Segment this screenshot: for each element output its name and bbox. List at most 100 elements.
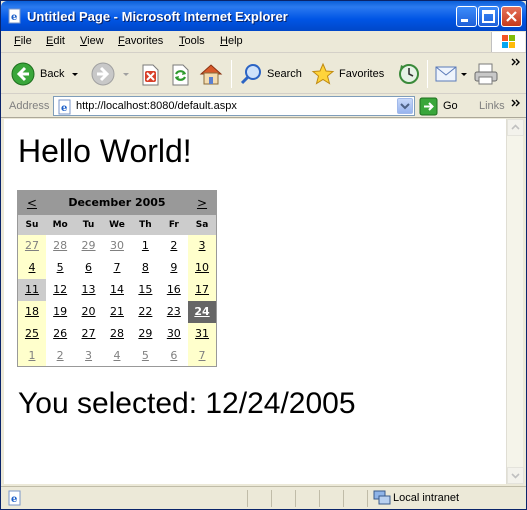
forward-dropdown-icon (123, 73, 129, 76)
history-button[interactable] (395, 60, 423, 88)
calendar-day[interactable]: 11 (17, 278, 46, 301)
calendar-day[interactable]: 21 (103, 301, 131, 323)
toolbar-separator (231, 60, 232, 88)
calendar-day[interactable]: 1 (131, 235, 159, 257)
calendar-day[interactable]: 5 (131, 345, 159, 367)
calendar-day[interactable]: 31 (188, 322, 217, 345)
mail-button[interactable] (433, 60, 469, 88)
calendar-day[interactable]: 20 (74, 301, 102, 323)
calendar-day[interactable]: 2 (160, 235, 188, 257)
status-pane (343, 490, 344, 507)
search-button[interactable]: Search (237, 60, 305, 88)
address-bar: Address e http://localhost:8080/default.… (1, 95, 526, 118)
go-button[interactable]: Go (419, 97, 467, 116)
calendar-week-row: 11 12 13 14 15 16 17 (17, 278, 217, 301)
menu-help[interactable]: Help (220, 35, 243, 47)
minimize-button[interactable] (456, 6, 477, 27)
calendar-day[interactable]: 13 (74, 279, 102, 301)
calendar-day[interactable]: 14 (103, 279, 131, 301)
calendar-day[interactable]: 3 (74, 345, 102, 367)
calendar-day[interactable]: 8 (131, 257, 159, 279)
home-button[interactable] (197, 60, 225, 88)
intranet-zone-icon (373, 490, 391, 505)
scroll-down-button[interactable] (507, 467, 524, 484)
calendar-day[interactable]: 29 (74, 235, 102, 257)
go-label: Go (443, 100, 458, 112)
calendar-day[interactable]: 27 (17, 234, 46, 257)
stop-icon (142, 64, 159, 86)
calendar-day[interactable]: 1 (17, 344, 46, 367)
status-pane (367, 490, 368, 507)
page-content: Hello World! < December 2005 > Su Mo Tu We T… (4, 119, 506, 484)
calendar-day[interactable]: 26 (46, 323, 74, 345)
menu-file[interactable]: File (14, 35, 32, 47)
forward-button[interactable] (89, 60, 133, 88)
maximize-button[interactable] (478, 6, 499, 27)
address-dropdown-button[interactable] (397, 98, 413, 114)
calendar-day[interactable]: 4 (17, 256, 46, 279)
calendar-day[interactable]: 10 (188, 256, 217, 279)
calendar-day[interactable]: 15 (131, 279, 159, 301)
menu-favorites[interactable]: Favorites (118, 35, 163, 47)
calendar-day[interactable]: 24 (188, 300, 217, 323)
back-dropdown-icon (72, 73, 78, 76)
favorites-button[interactable]: Favorites (309, 60, 391, 88)
vertical-scrollbar[interactable] (506, 119, 524, 484)
address-input[interactable]: e http://localhost:8080/default.aspx (53, 96, 415, 116)
standard-toolbar: Back Search Favorites (1, 54, 526, 94)
calendar-day[interactable]: 7 (103, 257, 131, 279)
calendar-day[interactable]: 17 (188, 278, 217, 301)
refresh-button[interactable] (167, 60, 193, 88)
calendar-day[interactable]: 30 (103, 235, 131, 257)
windows-logo (491, 32, 525, 52)
calendar-day-name: Mo (45, 214, 75, 235)
calendar-day[interactable]: 6 (74, 257, 102, 279)
back-arrow-icon (11, 62, 35, 86)
calendar-day[interactable]: 5 (46, 257, 74, 279)
status-pane (247, 490, 248, 507)
calendar-day[interactable]: 25 (17, 322, 46, 345)
calendar-day[interactable]: 28 (103, 323, 131, 345)
next-month-link[interactable]: > (188, 191, 216, 215)
calendar-day[interactable]: 3 (188, 234, 217, 257)
calendar-day[interactable]: 29 (131, 323, 159, 345)
calendar-day-name: Fr (159, 214, 189, 235)
close-button[interactable] (501, 6, 522, 27)
chevron-down-icon (511, 473, 520, 479)
calendar-day[interactable]: 22 (131, 301, 159, 323)
links-toolbar[interactable]: Links (479, 100, 505, 112)
stop-button[interactable] (137, 60, 163, 88)
scroll-up-button[interactable] (507, 119, 524, 136)
calendar-day[interactable]: 2 (46, 345, 74, 367)
back-label: Back (40, 68, 65, 80)
menu-edit[interactable]: Edit (46, 35, 65, 47)
print-button[interactable] (471, 60, 501, 88)
history-icon (399, 64, 419, 84)
calendar-day-name: Sa (188, 214, 217, 235)
toolbar-chevron-icon[interactable] (510, 57, 522, 67)
calendar-day[interactable]: 16 (160, 279, 188, 301)
selected-date-text: You selected: 12/24/2005 (18, 387, 356, 420)
back-button[interactable]: Back (9, 60, 85, 88)
links-chevron-icon[interactable] (510, 98, 522, 108)
calendar-day[interactable]: 9 (160, 257, 188, 279)
toolbar-separator (427, 60, 428, 88)
ie-page-icon: e (8, 490, 21, 506)
prev-month-link[interactable]: < (18, 191, 46, 215)
calendar-week-row: 18 19 20 21 22 23 24 (17, 300, 217, 323)
status-pane (319, 490, 320, 507)
calendar-day[interactable]: 19 (46, 301, 74, 323)
calendar-day[interactable]: 6 (160, 345, 188, 367)
calendar-day[interactable]: 7 (188, 344, 217, 367)
calendar-day[interactable]: 30 (160, 323, 188, 345)
calendar-day[interactable]: 4 (103, 345, 131, 367)
svg-text:e: e (11, 12, 17, 23)
calendar-day[interactable]: 28 (46, 235, 74, 257)
calendar-day[interactable]: 27 (74, 323, 102, 345)
calendar-day-name: Tu (74, 214, 103, 235)
menu-view[interactable]: View (80, 35, 104, 47)
calendar-day[interactable]: 12 (46, 279, 74, 301)
menu-tools[interactable]: Tools (179, 35, 205, 47)
calendar-day[interactable]: 23 (160, 301, 188, 323)
calendar-day[interactable]: 18 (17, 300, 46, 323)
